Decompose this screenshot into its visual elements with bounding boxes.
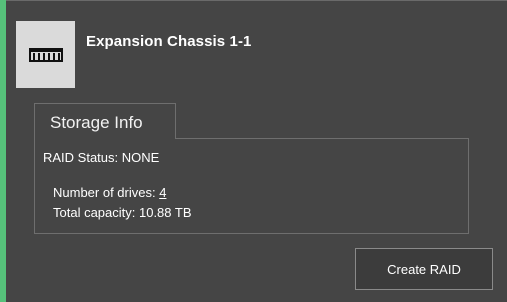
create-raid-button[interactable]: Create RAID	[355, 248, 493, 290]
storage-info-box: RAID Status: NONE Number of drives: 4 To…	[34, 138, 469, 234]
drives-count-label: Number of drives:	[53, 185, 160, 200]
chassis-title: Expansion Chassis 1-1	[86, 33, 252, 50]
chassis-icon-tile	[16, 21, 75, 88]
drive-enclosure-icon	[28, 47, 63, 62]
tab-storage-info-label: Storage Info	[50, 113, 143, 132]
tab-storage-info[interactable]: Storage Info	[34, 103, 176, 139]
raid-status-text: RAID Status: NONE	[43, 150, 160, 165]
total-capacity-text: Total capacity: 10.88 TB	[53, 205, 192, 220]
drives-count-line: Number of drives: 4	[53, 185, 166, 200]
drives-count-link[interactable]: 4	[159, 185, 166, 200]
